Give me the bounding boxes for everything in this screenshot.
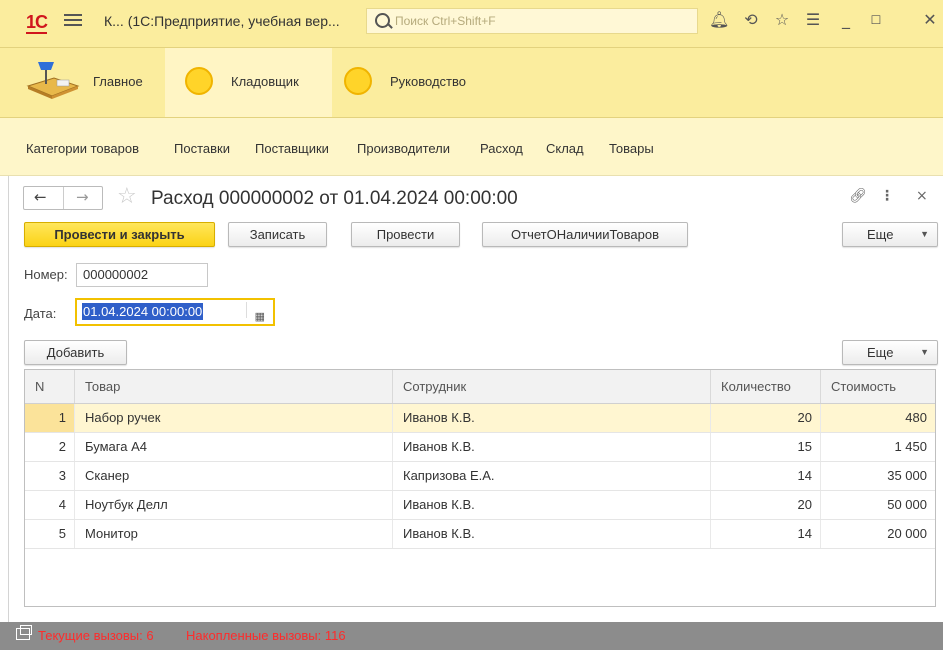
- favorite-star-icon[interactable]: ☆: [117, 184, 137, 209]
- search-input[interactable]: [395, 12, 685, 30]
- cell-cost: 480: [905, 410, 927, 425]
- more-label: Еще: [867, 227, 894, 242]
- nav-link-categories[interactable]: Категории товаров: [26, 141, 139, 156]
- cell-employee: Иванов К.В.: [393, 491, 711, 519]
- navigation-panel: Категории товаров Поставки Поставщики Пр…: [0, 118, 943, 176]
- accumulated-calls-text: Накопленные вызовы: 116: [186, 628, 346, 643]
- cell-employee: Иванов К.В.: [393, 433, 711, 461]
- cell-quantity: 20: [711, 491, 821, 519]
- history-icon[interactable]: ⟲: [741, 10, 761, 30]
- current-calls-text: Текущие вызовы: 6: [38, 628, 154, 643]
- history-nav: ← →: [23, 186, 103, 210]
- save-button[interactable]: Записать: [228, 222, 327, 247]
- table-row[interactable]: 3 Сканер Капризова Е.А. 14 35 000: [25, 462, 935, 491]
- cell-item: Набор ручек: [75, 404, 393, 432]
- desk-lamp-icon: [26, 62, 80, 99]
- favorites-star-icon[interactable]: ☆: [772, 10, 792, 30]
- cell-n: 3: [25, 462, 75, 490]
- windows-icon[interactable]: [16, 625, 32, 640]
- add-row-button[interactable]: Добавить: [24, 340, 127, 365]
- section-management[interactable]: Руководство: [336, 48, 496, 117]
- number-field[interactable]: 000000002: [76, 263, 208, 287]
- dropdown-arrow-icon: ▼: [920, 347, 929, 357]
- number-label: Номер:: [24, 267, 68, 282]
- cell-cost: 50 000: [887, 497, 927, 512]
- post-and-close-button[interactable]: Провести и закрыть: [24, 222, 215, 247]
- table-row[interactable]: 4 Ноутбук Делл Иванов К.В. 20 50 000: [25, 491, 935, 520]
- cell-cost: 1 450: [894, 439, 927, 454]
- cell-n: 1: [25, 404, 75, 432]
- document-form: ← → ☆ Расход 000000002 от 01.04.2024 00:…: [8, 176, 943, 622]
- stock-report-button[interactable]: ОтчетОНаличииТоваров: [482, 222, 688, 247]
- sections-panel: Главное Кладовщик Руководство: [0, 48, 943, 118]
- more-vertical-icon[interactable]: ⋮: [880, 188, 894, 204]
- table-row[interactable]: 5 Монитор Иванов К.В. 14 20 000: [25, 520, 935, 549]
- cell-quantity: 14: [711, 520, 821, 548]
- column-header-quantity[interactable]: Количество: [711, 370, 821, 403]
- nav-link-products[interactable]: Товары: [609, 141, 654, 156]
- section-label: Руководство: [390, 74, 466, 89]
- table-header: N Товар Сотрудник Количество Стоимость: [25, 370, 935, 404]
- cell-cost: 35 000: [887, 468, 927, 483]
- table-row[interactable]: 1 Набор ручек Иванов К.В. 20 480: [25, 404, 935, 433]
- cell-item: Монитор: [75, 520, 393, 548]
- cell-n: 5: [25, 520, 75, 548]
- calendar-icon[interactable]: ▦: [255, 305, 265, 329]
- cell-cost: 20 000: [887, 526, 927, 541]
- main-menu-icon[interactable]: [64, 11, 82, 29]
- back-arrow-icon[interactable]: ←: [34, 188, 47, 206]
- cell-quantity: 15: [711, 433, 821, 461]
- cell-employee: Иванов К.В.: [393, 520, 711, 548]
- app-logo[interactable]: 1С: [26, 12, 48, 34]
- circle-icon: [344, 67, 372, 95]
- status-bar: Текущие вызовы: 6 Накопленные вызовы: 11…: [0, 622, 943, 650]
- menu-lines-icon[interactable]: ☰: [803, 10, 823, 30]
- column-header-item[interactable]: Товар: [75, 370, 393, 403]
- cell-item: Ноутбук Делл: [75, 491, 393, 519]
- bell-icon[interactable]: 🔔︎: [709, 10, 729, 30]
- column-header-n[interactable]: N: [25, 370, 75, 403]
- cell-employee: Иванов К.В.: [393, 404, 711, 432]
- section-storekeeper[interactable]: Кладовщик: [165, 48, 332, 117]
- forward-arrow-icon[interactable]: →: [76, 188, 89, 206]
- search-icon: [375, 13, 390, 28]
- column-header-cost[interactable]: Стоимость: [821, 370, 935, 403]
- maximize-icon[interactable]: ☐: [866, 10, 886, 30]
- close-icon[interactable]: ✕: [920, 10, 940, 30]
- close-form-icon[interactable]: ×: [916, 188, 928, 204]
- section-label: Главное: [93, 74, 143, 89]
- global-search[interactable]: [366, 8, 698, 34]
- cell-n: 2: [25, 433, 75, 461]
- cell-quantity: 20: [711, 404, 821, 432]
- title-bar: 1С К... (1С:Предприятие, учебная вер... …: [0, 0, 943, 48]
- dropdown-arrow-icon: ▼: [920, 229, 929, 239]
- table-more-button[interactable]: Еще ▼: [842, 340, 938, 365]
- circle-icon: [185, 67, 213, 95]
- nav-link-warehouse[interactable]: Склад: [546, 141, 584, 156]
- cell-employee: Капризова Е.А.: [393, 462, 711, 490]
- more-button[interactable]: Еще ▼: [842, 222, 938, 247]
- items-table[interactable]: N Товар Сотрудник Количество Стоимость 1…: [24, 369, 936, 607]
- nav-link-suppliers[interactable]: Поставщики: [255, 141, 329, 156]
- cell-item: Бумага А4: [75, 433, 393, 461]
- post-button[interactable]: Провести: [351, 222, 460, 247]
- date-label: Дата:: [24, 306, 57, 321]
- window-title: К... (1С:Предприятие, учебная вер...: [104, 13, 340, 29]
- nav-link-manufacturers[interactable]: Производители: [357, 141, 450, 156]
- cell-item: Сканер: [75, 462, 393, 490]
- nav-link-supplies[interactable]: Поставки: [174, 141, 230, 156]
- column-header-employee[interactable]: Сотрудник: [393, 370, 711, 403]
- minimize-icon[interactable]: _: [836, 10, 856, 30]
- section-main[interactable]: Главное: [16, 48, 161, 117]
- form-title: Расход 000000002 от 01.04.2024 00:00:00: [151, 188, 518, 209]
- cell-quantity: 14: [711, 462, 821, 490]
- section-label: Кладовщик: [231, 74, 299, 89]
- date-value: 01.04.2024 00:00:00: [82, 303, 204, 320]
- more-label: Еще: [867, 345, 894, 360]
- date-field[interactable]: 01.04.2024 00:00:00 ▦: [75, 298, 275, 326]
- nav-link-expense[interactable]: Расход: [480, 141, 523, 156]
- cell-n: 4: [25, 491, 75, 519]
- table-row[interactable]: 2 Бумага А4 Иванов К.В. 15 1 450: [25, 433, 935, 462]
- link-icon[interactable]: 🔗︎: [849, 188, 867, 204]
